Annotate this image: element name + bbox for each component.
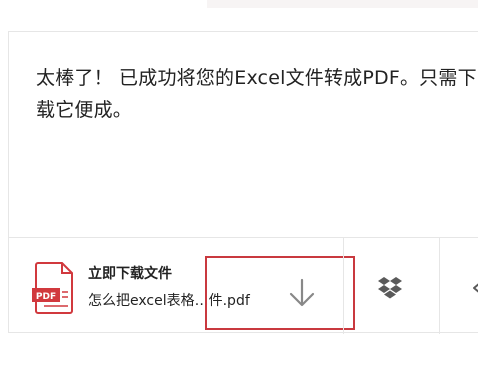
share-button[interactable] bbox=[439, 238, 478, 334]
top-strip bbox=[207, 0, 478, 8]
pdf-label: PDF bbox=[36, 292, 56, 302]
download-bar: PDF 立即下载文件 怎么把excel表格…件.pdf bbox=[9, 237, 478, 334]
pdf-file-icon: PDF bbox=[32, 262, 73, 314]
download-title: 立即下载文件 bbox=[88, 266, 172, 282]
download-arrow-icon bbox=[289, 278, 315, 307]
result-card: 太棒了！ 已成功将您的Excel文件转成PDF。只需下载它便成。 PDF 立即下… bbox=[8, 31, 478, 334]
dropbox-icon bbox=[378, 277, 402, 299]
share-icon bbox=[473, 283, 478, 293]
save-to-dropbox-button[interactable] bbox=[343, 238, 439, 334]
page: 太棒了！ 已成功将您的Excel文件转成PDF。只需下载它便成。 PDF 立即下… bbox=[0, 0, 478, 379]
success-message: 太棒了！ 已成功将您的Excel文件转成PDF。只需下载它便成。 bbox=[36, 67, 477, 121]
download-button[interactable] bbox=[205, 256, 355, 330]
